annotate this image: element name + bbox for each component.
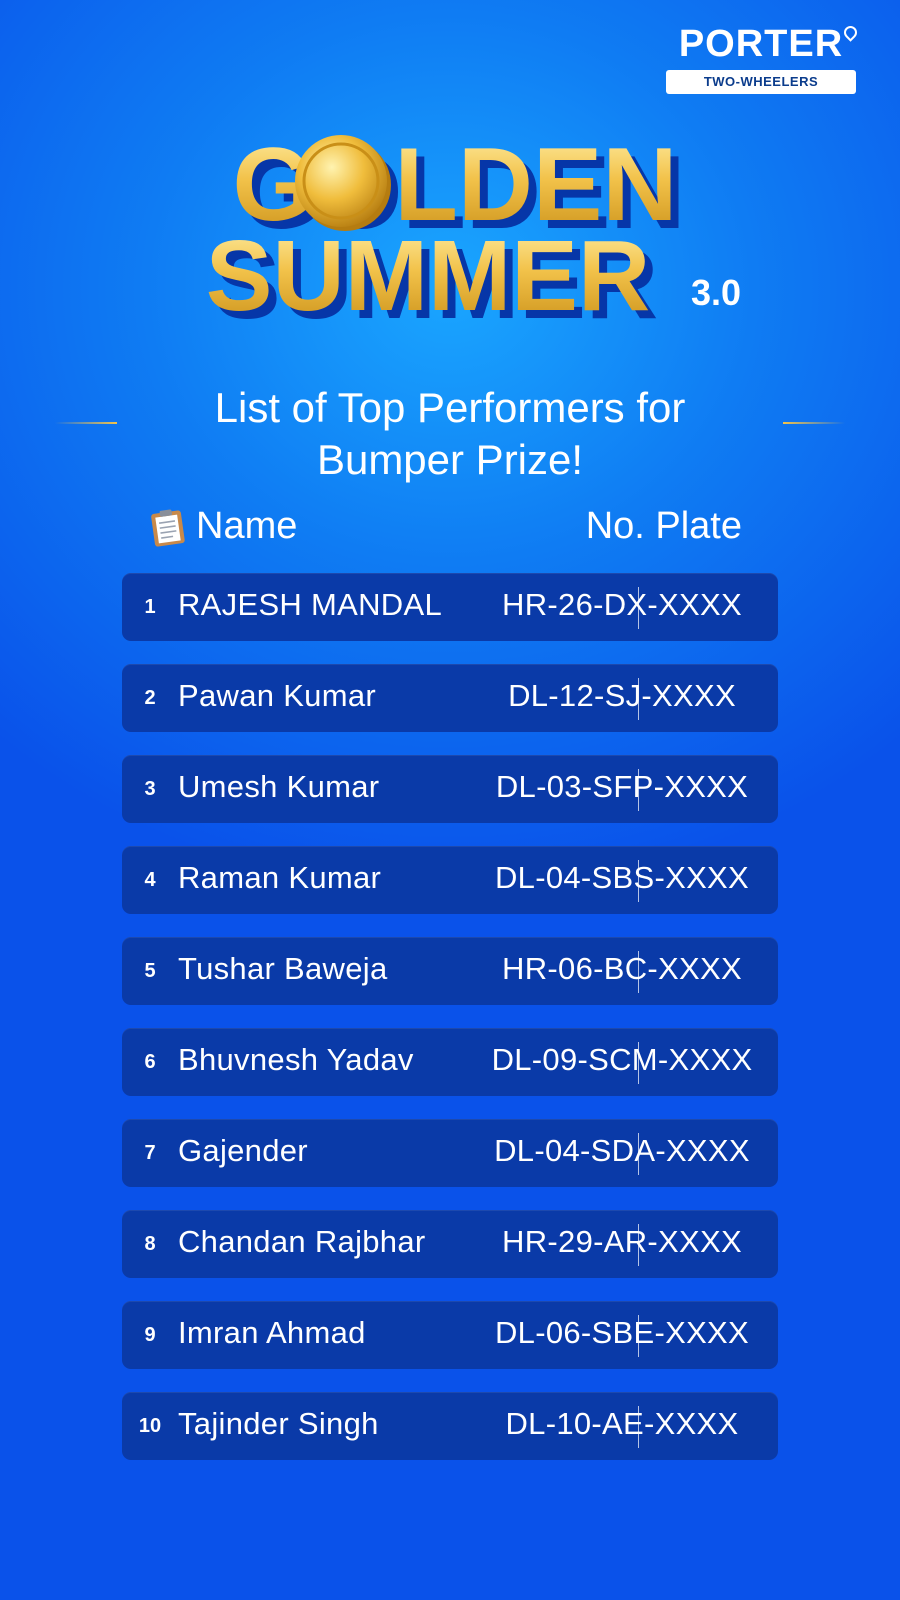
text-cursor [638,860,639,902]
rank-number: 3 [144,778,156,800]
rank-number: 9 [144,1324,156,1346]
number-plate: DL-06-SBE-XXXX [494,1315,750,1350]
number-plate: DL-09-SCM-XXXX [491,1042,753,1077]
performer-row: 3 Umesh Kumar DL-03-SFP-XXXX [122,755,778,823]
plate-header: No. Plate [585,505,742,547]
subtitle-line1: List of Top Performers for [214,384,686,431]
performer-row: 9 Imran Ahmad DL-06-SBE-XXXX [122,1301,778,1369]
divider-right [783,422,845,424]
column-headers: Name No. Plate [150,505,750,555]
text-cursor [638,1224,639,1266]
rank-number: 2 [144,687,156,709]
rank-number: 4 [144,869,156,891]
rank-number: 5 [144,960,156,982]
rank-number: 1 [144,596,156,618]
text-cursor [638,587,639,629]
subtitle-line2: Bumper Prize! [316,436,584,483]
text-cursor [638,1406,639,1448]
brand-name-text: PORTER [678,23,844,65]
performer-row: 6 Bhuvnesh Yadav DL-09-SCM-XXXX [122,1028,778,1096]
performer-name: RAJESH MANDAL [178,587,443,622]
location-pin-icon [841,23,860,42]
number-plate: DL-10-AE-XXXX [505,1406,739,1441]
divider-left [55,422,117,424]
performer-row: 4 Raman Kumar DL-04-SBS-XXXX [122,846,778,914]
name-header: Name [150,505,297,548]
porter-logo: PORTER TWO-WHEELERS [666,23,860,94]
performer-row: 8 Chandan Rajbhar HR-29-AR-XXXX [122,1210,778,1278]
text-cursor [638,1315,639,1357]
brand-subtitle: TWO-WHEELERS [666,70,856,94]
number-plate: DL-03-SFP-XXXX [495,769,749,804]
text-cursor [638,769,639,811]
number-plate: DL-04-SDA-XXXX [494,1133,750,1168]
performer-name: Tajinder Singh [178,1406,379,1441]
golden-summer-logo: GOLDEN GOLDEN SUMMER SUMMER 3.0 [0,125,900,345]
logo-version: 3.0 [691,272,741,313]
performer-name: Tushar Baweja [178,951,388,986]
logo-line2: SUMMER [206,220,650,332]
rank-number: 8 [144,1233,156,1255]
number-plate: DL-12-SJ-XXXX [508,678,736,713]
number-plate: HR-06-BC-XXXX [502,951,742,986]
performer-row: 7 Gajender DL-04-SDA-XXXX [122,1119,778,1187]
name-header-label: Name [196,505,298,547]
performer-name: Imran Ahmad [178,1315,366,1350]
text-cursor [638,1133,639,1175]
text-cursor [638,678,639,720]
rank-number: 6 [144,1051,156,1073]
number-plate: HR-26-DX-XXXX [502,587,742,622]
brand-name: PORTER [678,23,860,65]
number-plate: HR-29-AR-XXXX [502,1224,742,1259]
performer-row: 5 Tushar Baweja HR-06-BC-XXXX [122,937,778,1005]
text-cursor [638,951,639,993]
performer-name: Raman Kumar [178,860,382,895]
performer-name: Gajender [178,1133,308,1168]
clipboard-icon [150,507,188,547]
performers-list: 1 RAJESH MANDAL HR-26-DX-XXXX 2 Pawan Kumar D… [122,573,778,1483]
subtitle: List of Top Performers for Bumper Prize! [130,382,770,486]
performer-name: Pawan Kumar [178,678,377,713]
text-cursor [638,1042,639,1084]
rank-number: 7 [144,1142,156,1164]
rank-number: 10 [138,1415,162,1437]
performer-name: Bhuvnesh Yadav [178,1042,414,1077]
performer-row: 10 Tajinder Singh DL-10-AE-XXXX [122,1392,778,1460]
performer-name: Umesh Kumar [178,769,380,804]
performer-row: 2 Pawan Kumar DL-12-SJ-XXXX [122,664,778,732]
performer-name: Chandan Rajbhar [178,1224,426,1259]
performer-row: 1 RAJESH MANDAL HR-26-DX-XXXX [122,573,778,641]
number-plate: DL-04-SBS-XXXX [494,860,750,895]
